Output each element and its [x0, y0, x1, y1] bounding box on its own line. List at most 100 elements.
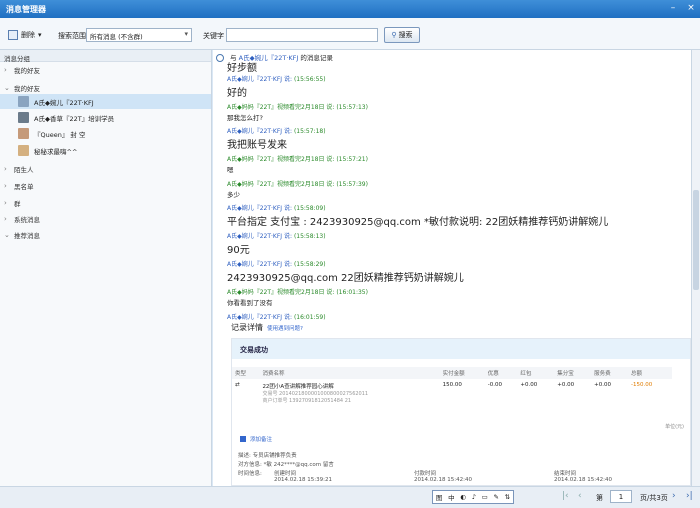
search-button[interactable]: ⚲ 搜索: [384, 27, 420, 43]
message-time: (15:56:55): [293, 76, 326, 83]
scrollbar[interactable]: [691, 50, 700, 486]
pen-icon[interactable]: ✎: [493, 493, 498, 501]
friend-item[interactable]: 秘秘求最嗨^^: [0, 143, 211, 158]
sidebar-group-recommend[interactable]: ⌄ 推荐消息: [4, 230, 40, 240]
keyword-input[interactable]: [226, 28, 378, 42]
group-label: 我的好友: [14, 67, 40, 75]
avatar: [18, 145, 29, 156]
message-body: 好的: [227, 88, 247, 99]
help-link[interactable]: 使用遇到问题?: [267, 326, 303, 332]
clock-icon: [216, 54, 224, 62]
created-label: 创建时间: [274, 471, 297, 477]
total-amount: -150.00: [631, 382, 653, 388]
sidebar-group-system[interactable]: › 系统消息: [4, 214, 40, 224]
column-header: 服务费: [591, 367, 629, 379]
moon-icon[interactable]: ◐: [460, 493, 466, 501]
time-label: 时间信息:: [238, 471, 262, 477]
header-suffix: 的消息记录: [300, 54, 333, 62]
sidebar-group-friends[interactable]: ⌄ 我的好友: [4, 83, 40, 93]
page-prefix: 第: [596, 494, 603, 502]
keyboard-icon[interactable]: ▭: [482, 493, 488, 501]
table-row: ⇄ 22团小A查讲解推荐园心讲解 交易号 20140218000010008000…: [232, 379, 672, 407]
sidebar-header: 消息分组: [0, 50, 211, 63]
record-detail-title: 记录详情 使用遇到问题?: [231, 322, 303, 333]
friend-item[interactable]: 『Queen』 封 空: [0, 126, 211, 141]
group-label: 群: [14, 200, 21, 208]
sender-name: A氏◆婉儿『22T·KFJ 说:: [227, 261, 293, 268]
search-scope-value: 所有消息 (不含群): [90, 33, 143, 41]
message-time: (15:58:29): [293, 261, 326, 268]
message-body: 嗯: [227, 166, 234, 174]
chevron-down-icon: ⌄: [4, 231, 10, 239]
trade-table: 类型 消费名称 实付金额 优惠 红包 集分宝 服务费 总额 ⇄ 22团小A查讲解…: [232, 367, 672, 407]
search-scope-label: 搜索范围: [58, 32, 86, 40]
delete-label: 删除: [21, 31, 35, 39]
add-remark-button[interactable]: 添加备注: [240, 435, 272, 443]
chevron-right-icon: ›: [4, 66, 7, 74]
next-page-icon[interactable]: ›: [672, 491, 676, 501]
message-meta: A氏◆婉儿『22T·KFJ 说: (15:57:18): [227, 126, 326, 135]
paid-time-label: 付款时间: [414, 471, 437, 477]
message-meta: A氏◆婉儿『22T·KFJ 说: (15:58:09): [227, 203, 326, 212]
column-header: 总额: [628, 367, 672, 379]
end-time-label: 结束时间: [554, 471, 577, 477]
sender-name: A氏◆婉儿『22T·KFJ 说:: [227, 314, 293, 321]
sender-name: A氏◆妈妈『22T』视频看完2月18日 说:: [227, 289, 335, 296]
scrollbar-thumb[interactable]: [693, 190, 699, 290]
message-body: 你看看到了没有: [227, 299, 273, 307]
prev-page-icon[interactable]: ‹: [578, 491, 582, 501]
group-label: 黑名单: [14, 183, 34, 191]
sidebar-group-blacklist[interactable]: › 黑名单: [4, 181, 34, 191]
chevron-right-icon: ›: [4, 199, 7, 207]
avatar: [18, 96, 29, 107]
message-time: (15:58:09): [293, 205, 326, 212]
tool-icon[interactable]: ⇅: [505, 493, 510, 501]
sidebar-group-strangers[interactable]: › 陌生人: [4, 164, 34, 174]
close-icon[interactable]: ×: [684, 2, 698, 14]
time-row: 时间信息: 创建时间 付款时间 结束时间: [238, 469, 678, 477]
chinese-icon[interactable]: 中: [448, 492, 455, 502]
created-time: 2014.02.18 15:39:21: [274, 477, 332, 483]
merchant-order-number: 商户订单号 13927091812051484 21: [262, 398, 352, 404]
column-header: 实付金额: [439, 367, 485, 379]
trade-status: 交易成功: [232, 339, 690, 359]
transfer-icon: ⇄: [235, 382, 240, 388]
sidebar-group-friends-collapsed[interactable]: › 我的好友: [4, 65, 40, 75]
paid-amount: 150.00: [442, 382, 462, 388]
first-page-icon[interactable]: |‹: [562, 491, 569, 501]
partner-value: *敏 242****@qq.com 留言: [263, 462, 334, 468]
friend-item[interactable]: A氏◆香草『22T』培训学员: [0, 110, 211, 125]
message-meta: A氏◆婉儿『22T·KFJ 说: (15:58:29): [227, 259, 326, 268]
message-meta: A氏◆妈妈『22T』视频看完2月18日 说: (16:01:35): [227, 287, 368, 296]
message-time: (15:57:39): [336, 181, 368, 188]
toolbar: 删除 ▾ 搜索范围 所有消息 (不含群) ▾ 关键字 ⚲ 搜索: [0, 18, 700, 50]
message-meta: A氏◆妈妈『22T』视频看完2月18日 说: (15:57:39): [227, 179, 368, 188]
image-icon[interactable]: 图: [436, 492, 443, 502]
chevron-down-icon[interactable]: ▾: [38, 31, 42, 39]
column-header: 消费名称: [259, 367, 440, 379]
unit-label: 单位(元): [665, 424, 684, 430]
chevron-down-icon: ⌄: [4, 84, 10, 92]
sender-name: A氏◆婉儿『22T·KFJ 说:: [227, 76, 293, 83]
format-toolbar: 图 中 ◐ ♪ ▭ ✎ ⇅: [432, 490, 514, 504]
delete-button[interactable]: 删除 ▾: [8, 28, 42, 42]
search-scope-select[interactable]: 所有消息 (不含群) ▾: [86, 28, 192, 42]
sender-name: A氏◆婉儿『22T·KFJ 说:: [227, 128, 293, 135]
music-icon[interactable]: ♪: [472, 493, 476, 501]
group-label: 系统消息: [14, 216, 40, 224]
chevron-right-icon: ›: [4, 165, 7, 173]
friend-item[interactable]: A氏◆婉儿『22T·KFJ: [0, 94, 211, 109]
page-input[interactable]: 1: [610, 490, 632, 503]
last-page-icon[interactable]: ›|: [686, 491, 693, 501]
partner-label: 对方信息:: [238, 462, 262, 468]
message-body: 多少: [227, 191, 240, 199]
sender-name: A氏◆婉儿『22T·KFJ 说:: [227, 205, 293, 212]
end-time: 2014.02.18 15:42:40: [554, 477, 612, 483]
trade-card: 交易成功 类型 消费名称 实付金额 优惠 红包 集分宝 服务费 总额 ⇄ 22团…: [231, 338, 691, 486]
group-label: 推荐消息: [14, 232, 40, 240]
message-meta: A氏◆妈妈『22T』视频看完2月18日 说: (15:57:21): [227, 154, 368, 163]
sidebar-group-groups[interactable]: › 群: [4, 198, 21, 208]
minimize-icon[interactable]: –: [666, 2, 680, 14]
delete-icon: [8, 30, 18, 40]
message-body: 平台指定 支付宝 : 2423930925@qq.com *敏付款说明: 22团…: [227, 217, 609, 228]
